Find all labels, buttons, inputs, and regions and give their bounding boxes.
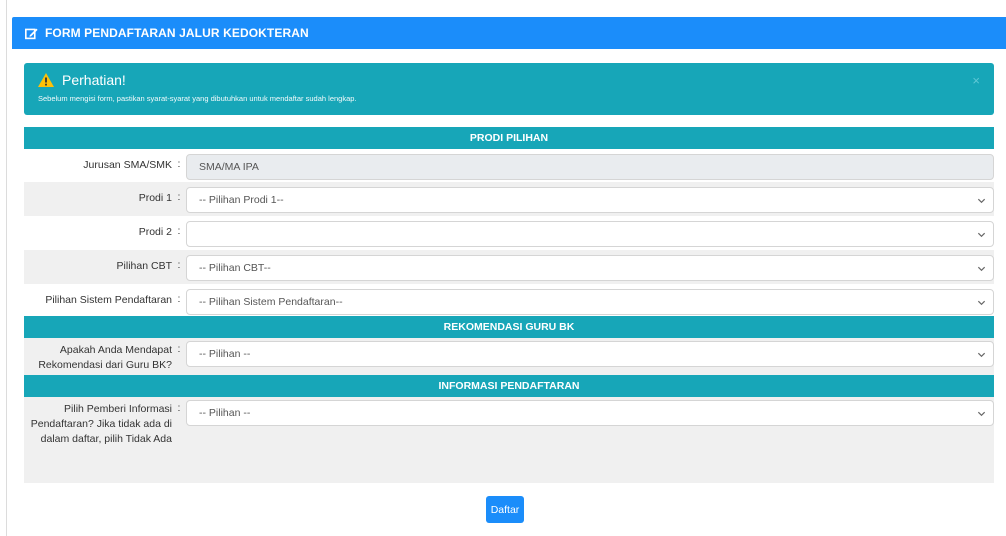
page-left-border [6, 0, 7, 536]
alert-title: Perhatian! [62, 72, 126, 88]
prodi1-value: -- Pilihan Prodi 1-- [199, 194, 284, 206]
rekomendasi-label: Apakah Anda Mendapat Rekomendasi dari Gu… [38, 344, 172, 371]
card-title: FORM PENDAFTARAN JALUR KEDOKTERAN [45, 26, 309, 40]
row-cbt: Pilihan CBT : -- Pilihan CBT-- [24, 250, 994, 284]
rekomendasi-value: -- Pilihan -- [199, 348, 251, 360]
colon: : [177, 402, 181, 414]
alert-message: Sebelum mengisi form, pastikan syarat-sy… [38, 94, 357, 103]
alert-close-icon[interactable]: × [972, 73, 980, 88]
informasi-select[interactable]: -- Pilihan -- [186, 400, 994, 426]
row-jurusan: Jurusan SMA/SMK : SMA/MA IPA [24, 149, 994, 182]
chevron-down-icon [977, 411, 986, 417]
card-body: Perhatian! Sebelum mengisi form, pastika… [12, 49, 1006, 483]
cbt-value: -- Pilihan CBT-- [199, 262, 271, 274]
prodi1-select[interactable]: -- Pilihan Prodi 1-- [186, 187, 994, 213]
chevron-down-icon [977, 266, 986, 272]
informasi-label: Pilih Pemberi Informasi Pendaftaran? Jik… [30, 403, 172, 445]
card-header: FORM PENDAFTARAN JALUR KEDOKTERAN [12, 17, 1006, 49]
row-rekomendasi: Apakah Anda Mendapat Rekomendasi dari Gu… [24, 338, 994, 375]
registration-card: FORM PENDAFTARAN JALUR KEDOKTERAN Perhat… [12, 17, 1006, 536]
warning-icon [38, 73, 54, 87]
section-rekomendasi: REKOMENDASI GURU BK [24, 316, 994, 338]
prodi2-label: Prodi 2 [138, 226, 172, 238]
section-informasi: INFORMASI PENDAFTARAN [24, 375, 994, 397]
sistem-label: Pilihan Sistem Pendaftaran [45, 294, 172, 306]
jurusan-value: SMA/MA IPA [199, 161, 259, 173]
sistem-value: -- Pilihan Sistem Pendaftaran-- [199, 296, 343, 308]
cbt-select[interactable]: -- Pilihan CBT-- [186, 255, 994, 281]
colon: : [177, 225, 181, 237]
colon: : [177, 343, 181, 355]
sistem-select[interactable]: -- Pilihan Sistem Pendaftaran-- [186, 289, 994, 315]
colon: : [177, 158, 181, 170]
row-informasi: Pilih Pemberi Informasi Pendaftaran? Jik… [24, 397, 994, 483]
section-prodi-pilihan: PRODI PILIHAN [24, 127, 994, 149]
daftar-button[interactable]: Daftar [486, 496, 524, 523]
rekomendasi-select[interactable]: -- Pilihan -- [186, 341, 994, 367]
edit-icon [25, 28, 38, 39]
prodi2-select[interactable] [186, 221, 994, 247]
chevron-down-icon [977, 352, 986, 358]
cbt-label: Pilihan CBT [116, 260, 172, 272]
row-prodi1: Prodi 1 : -- Pilihan Prodi 1-- [24, 182, 994, 216]
row-sistem: Pilihan Sistem Pendaftaran : -- Pilihan … [24, 284, 994, 316]
informasi-value: -- Pilihan -- [199, 407, 251, 419]
colon: : [177, 293, 181, 305]
jurusan-field: SMA/MA IPA [186, 154, 994, 180]
prodi1-label: Prodi 1 [138, 192, 172, 204]
colon: : [177, 259, 181, 271]
chevron-down-icon [977, 198, 986, 204]
colon: : [177, 191, 181, 203]
row-prodi2: Prodi 2 : [24, 216, 994, 250]
jurusan-label: Jurusan SMA/SMK [83, 159, 172, 171]
chevron-down-icon [977, 300, 986, 306]
chevron-down-icon [977, 232, 986, 238]
warning-alert: Perhatian! Sebelum mengisi form, pastika… [24, 63, 994, 115]
